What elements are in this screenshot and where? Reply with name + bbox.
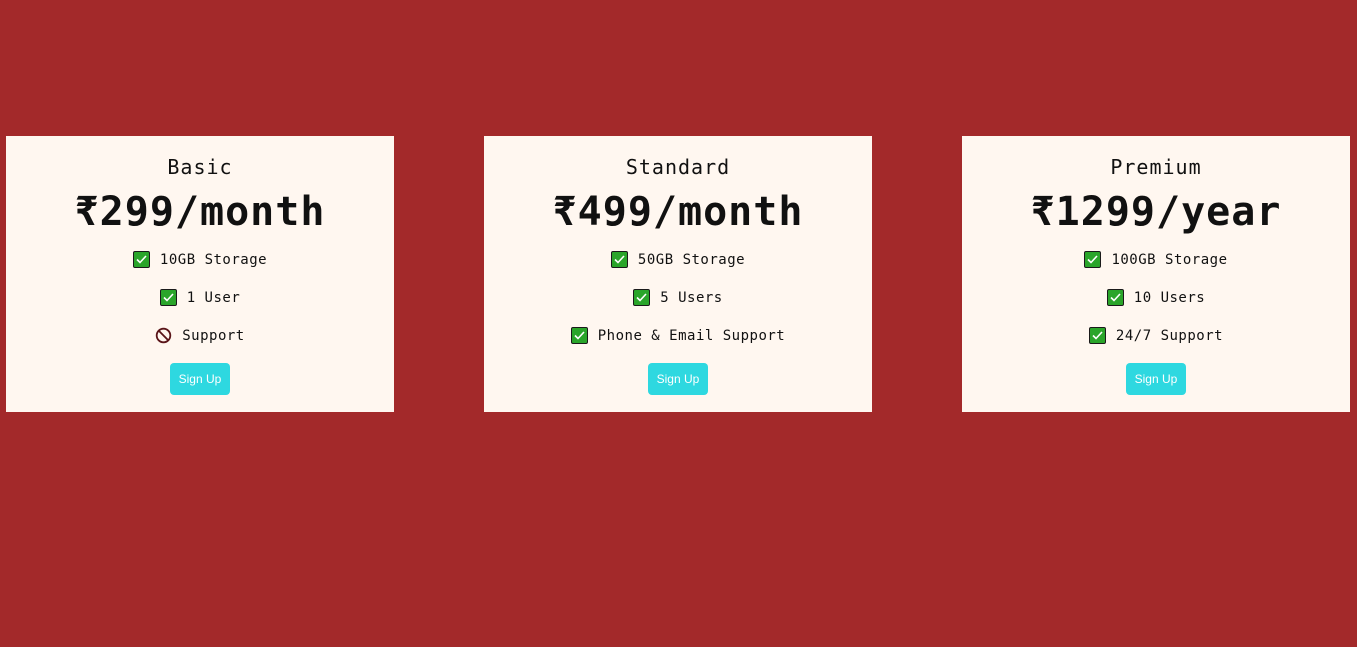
sign-up-button[interactable]: Sign Up (1126, 363, 1186, 395)
pricing-card-basic: Basic ₹299/month 10GB Storage 1 User Sup… (6, 136, 394, 412)
plan-price: ₹1299/year (1030, 189, 1282, 235)
feature-text: Phone & Email Support (597, 328, 786, 344)
feature-text: 10 Users (1133, 290, 1206, 306)
feature-text: 1 User (186, 290, 241, 306)
check-icon (570, 327, 588, 344)
plan-name: Premium (1110, 155, 1202, 179)
plan-name: Standard (625, 155, 731, 179)
check-icon (1088, 327, 1106, 344)
feature-item: 10GB Storage (6, 248, 394, 286)
check-icon (1106, 289, 1124, 306)
check-icon (132, 251, 150, 268)
feature-text: 100GB Storage (1111, 252, 1228, 268)
sign-up-button[interactable]: Sign Up (648, 363, 708, 395)
feature-item: Support (6, 324, 394, 362)
feature-text: 50GB Storage (637, 252, 746, 268)
pricing-card-premium: Premium ₹1299/year 100GB Storage 10 User… (962, 136, 1350, 412)
feature-item: 50GB Storage (484, 248, 872, 286)
pricing-cards: Basic ₹299/month 10GB Storage 1 User Sup… (6, 136, 1350, 412)
check-icon (633, 289, 651, 306)
feature-item: 100GB Storage (962, 248, 1350, 286)
pricing-card-standard: Standard ₹499/month 50GB Storage 5 Users… (484, 136, 872, 412)
sign-up-button[interactable]: Sign Up (170, 363, 230, 395)
feature-list: 50GB Storage 5 Users Phone & Email Suppo… (484, 248, 872, 362)
plan-name: Basic (167, 155, 233, 179)
feature-text: 24/7 Support (1115, 328, 1224, 344)
feature-item: 10 Users (962, 286, 1350, 324)
feature-list: 10GB Storage 1 User Support (6, 248, 394, 362)
check-icon (159, 289, 177, 306)
feature-text: 10GB Storage (159, 252, 268, 268)
feature-item: 5 Users (484, 286, 872, 324)
feature-text: 5 Users (660, 290, 723, 306)
feature-item: Phone & Email Support (484, 324, 872, 362)
no-entry-icon (155, 327, 172, 344)
feature-item: 24/7 Support (962, 324, 1350, 362)
plan-price: ₹299/month (74, 189, 326, 235)
feature-text: Support (182, 328, 245, 344)
feature-item: 1 User (6, 286, 394, 324)
plan-price: ₹499/month (552, 189, 804, 235)
check-icon (610, 251, 628, 268)
feature-list: 100GB Storage 10 Users 24/7 Support (962, 248, 1350, 362)
check-icon (1084, 251, 1102, 268)
